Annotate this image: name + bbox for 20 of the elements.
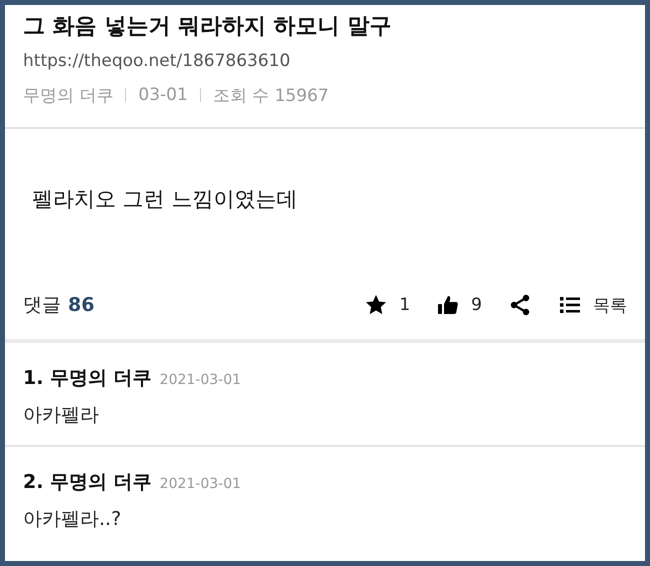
share-icon[interactable] — [508, 293, 532, 317]
comments-label: 댓글 — [23, 293, 61, 318]
post-title: 그 화음 넣는거 뭐라하지 하모니 말구 — [23, 13, 392, 41]
comment-text: 아카펠라..? — [23, 507, 122, 532]
star-icon[interactable] — [364, 293, 388, 317]
comment-author: 1. 무명의 더쿠 — [23, 366, 152, 391]
post-meta: 무명의 더쿠 — [23, 84, 114, 106]
post-meta: 조회 수 15967 — [212, 84, 329, 106]
comment-author: 2. 무명의 더쿠 — [23, 470, 152, 495]
list-link[interactable]: 목록 — [593, 294, 627, 316]
post-meta: 03-01 — [138, 85, 188, 105]
like-count: 9 — [471, 295, 482, 315]
comments-count: 86 — [68, 294, 94, 316]
post-body: 펠라치오 그런 느낌이였는데 — [31, 186, 298, 213]
thumbs-up-icon[interactable] — [436, 293, 460, 317]
comment-date: 2021-03-01 — [160, 372, 242, 388]
comment-date: 2021-03-01 — [160, 476, 242, 492]
post-url[interactable]: https://theqoo.net/1867863610 — [23, 49, 645, 73]
star-count: 1 — [399, 295, 410, 315]
comment-text: 아카펠라 — [23, 403, 100, 428]
